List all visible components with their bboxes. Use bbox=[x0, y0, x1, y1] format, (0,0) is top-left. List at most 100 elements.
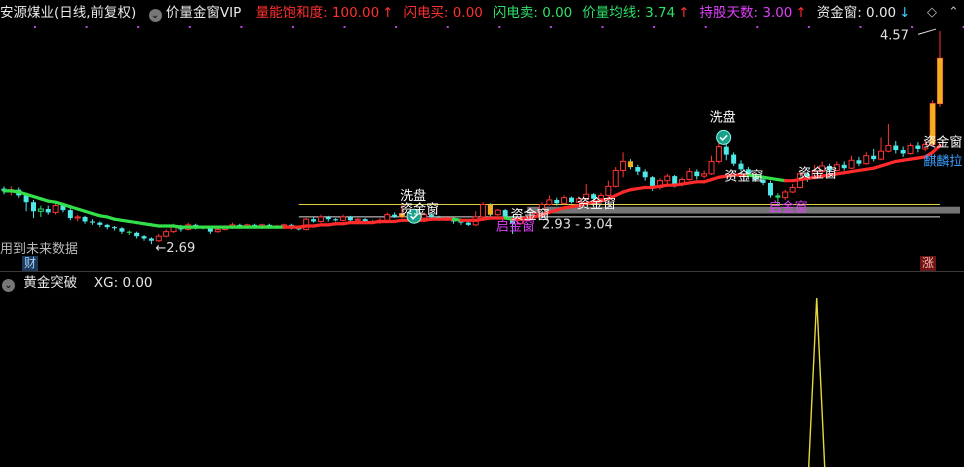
candle-body bbox=[126, 231, 132, 233]
candle-body bbox=[104, 224, 110, 228]
top-marker-dot bbox=[653, 26, 656, 28]
xg-spike-line bbox=[808, 297, 826, 467]
candle-body bbox=[97, 222, 103, 225]
top-marker-dot bbox=[859, 26, 862, 28]
top-marker-dot bbox=[549, 26, 552, 28]
candle-body bbox=[45, 209, 51, 213]
signal-label: 资金窗 bbox=[923, 135, 962, 151]
top-marker-dot bbox=[291, 26, 294, 28]
candle-body bbox=[148, 238, 154, 241]
candle-body bbox=[37, 208, 44, 212]
candle-body bbox=[325, 216, 331, 220]
candle-body bbox=[155, 235, 162, 242]
candle-body bbox=[701, 173, 708, 177]
candle-body bbox=[642, 171, 648, 178]
top-marker-dot bbox=[34, 26, 36, 28]
high-price-label: 4.57 bbox=[880, 28, 909, 43]
badge-zhang: 涨 bbox=[920, 256, 937, 271]
candle-body bbox=[502, 210, 508, 217]
top-marker-dot bbox=[137, 26, 140, 28]
top-marker-dot bbox=[911, 26, 914, 28]
candle-body bbox=[885, 145, 892, 152]
signal-label: 资金窗 bbox=[798, 165, 837, 181]
top-marker-dot bbox=[188, 26, 191, 28]
top-marker-dot bbox=[85, 26, 88, 28]
candle-body bbox=[708, 160, 715, 175]
sub-header: ⌄ 黄金突破 XG: 0.00 bbox=[0, 274, 153, 292]
candle-body bbox=[163, 231, 170, 237]
candle-body bbox=[620, 160, 627, 171]
candle-body bbox=[82, 216, 88, 222]
candle-body bbox=[333, 219, 339, 221]
candle-body bbox=[392, 214, 398, 217]
xg-value: XG: 0.00 bbox=[93, 275, 153, 291]
candle-body bbox=[767, 182, 773, 196]
candle-body bbox=[141, 236, 147, 239]
candle-body bbox=[731, 154, 737, 164]
candle-body bbox=[67, 210, 73, 219]
badge-cai: 财 bbox=[22, 256, 39, 271]
top-marker-dot bbox=[704, 26, 707, 28]
signal-label: 洗盘 bbox=[710, 109, 736, 125]
candle-body bbox=[214, 228, 221, 233]
candle-body bbox=[878, 150, 885, 160]
candle-body bbox=[119, 228, 125, 232]
candle-body bbox=[635, 167, 641, 172]
price-chart: 4.57←2.692.93 - 3.04洗盘资金窗 资金窗启金窗资金窗洗盘资金窗资… bbox=[1, 26, 964, 467]
candle-body bbox=[311, 219, 317, 222]
candle-body bbox=[871, 155, 877, 160]
candle-body bbox=[554, 199, 560, 204]
sub-indicator-name[interactable]: 黄金突破 bbox=[23, 275, 77, 291]
signal-label: 启金窗 bbox=[496, 219, 535, 235]
candle-body bbox=[480, 203, 487, 218]
future-data-note: 用到未来数据 bbox=[0, 242, 79, 257]
top-marker-dot bbox=[601, 26, 604, 28]
candle-body bbox=[694, 171, 700, 177]
candle-body bbox=[89, 221, 95, 223]
candle-highlight bbox=[487, 204, 493, 215]
candle-body bbox=[775, 195, 781, 198]
signal-label: 资金窗 bbox=[577, 196, 616, 212]
high-price-arrow bbox=[917, 28, 937, 35]
candle-body bbox=[134, 232, 140, 237]
candle-body bbox=[856, 160, 862, 164]
candle-highlight bbox=[627, 161, 633, 168]
candle-highlight bbox=[937, 58, 943, 104]
chevron-down-icon-2[interactable]: ⌄ bbox=[2, 279, 15, 292]
top-marker-dot bbox=[498, 26, 501, 28]
candle-body bbox=[841, 164, 847, 169]
candle-body bbox=[465, 222, 471, 225]
range-label: 2.93 - 3.04 bbox=[542, 218, 613, 233]
low-price-label: ←2.69 bbox=[155, 241, 195, 256]
candle-body bbox=[723, 146, 729, 155]
top-marker-dot bbox=[343, 26, 346, 28]
candle-body bbox=[74, 216, 81, 219]
top-marker-dot bbox=[446, 26, 449, 28]
top-marker-dot bbox=[240, 26, 243, 28]
candle-body bbox=[494, 209, 501, 216]
signal-label: 麒麟拉 bbox=[923, 153, 962, 169]
candle-body bbox=[715, 146, 722, 162]
candle-body bbox=[340, 216, 347, 221]
top-marker-dot bbox=[395, 26, 398, 28]
candle-body bbox=[317, 216, 324, 222]
candle-body bbox=[384, 214, 391, 221]
candle-body bbox=[30, 202, 36, 212]
signal-label: 资金窗 bbox=[724, 169, 763, 185]
candle-body bbox=[893, 145, 899, 151]
candle-body bbox=[738, 163, 744, 170]
top-marker-dot bbox=[807, 26, 810, 28]
candle-body bbox=[664, 175, 671, 182]
candle-body bbox=[672, 176, 678, 185]
signal-label: 资金窗 bbox=[400, 202, 439, 218]
candle-body bbox=[907, 145, 914, 154]
candle-body bbox=[112, 227, 118, 229]
candle-body bbox=[207, 228, 213, 232]
candle-body bbox=[686, 171, 693, 181]
candle-body bbox=[915, 145, 921, 149]
candle-body bbox=[863, 155, 870, 165]
candle-body bbox=[52, 205, 59, 213]
candle-body bbox=[354, 218, 361, 221]
panel-divider[interactable] bbox=[0, 271, 964, 272]
shield-check-icon bbox=[716, 129, 732, 145]
